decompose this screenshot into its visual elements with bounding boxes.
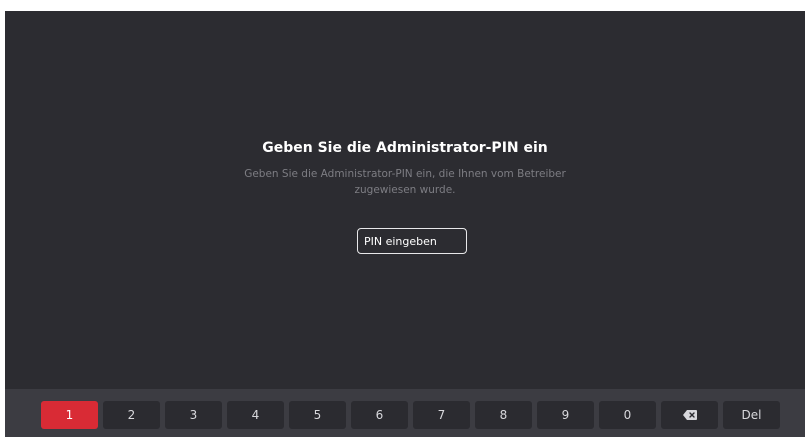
key-0[interactable]: 0	[599, 401, 656, 429]
dialog-subtitle-line-1: Geben Sie die Administrator-PIN ein, die…	[244, 168, 566, 180]
dialog-subtitle: Geben Sie die Administrator-PIN ein, die…	[225, 166, 585, 198]
key-3[interactable]: 3	[165, 401, 222, 429]
key-8[interactable]: 8	[475, 401, 532, 429]
key-7[interactable]: 7	[413, 401, 470, 429]
key-6[interactable]: 6	[351, 401, 408, 429]
key-4[interactable]: 4	[227, 401, 284, 429]
key-5[interactable]: 5	[289, 401, 346, 429]
pin-input-placeholder: PIN eingeben	[364, 234, 437, 248]
delete-key[interactable]: Del	[723, 401, 780, 429]
backspace-icon	[682, 410, 697, 420]
key-9[interactable]: 9	[537, 401, 594, 429]
numeric-keypad: 1 2 3 4 5 6 7 8 9 0 Del	[5, 389, 805, 437]
key-1[interactable]: 1	[41, 401, 98, 429]
pin-input[interactable]: PIN eingeben	[357, 228, 467, 254]
pin-dialog: Geben Sie die Administrator-PIN ein Gebe…	[5, 11, 805, 389]
dialog-subtitle-line-2: zugewiesen wurde.	[354, 184, 456, 196]
pin-entry-screen: Geben Sie die Administrator-PIN ein Gebe…	[5, 11, 805, 437]
backspace-key[interactable]	[661, 401, 718, 429]
dialog-title: Geben Sie die Administrator-PIN ein	[262, 140, 548, 156]
key-2[interactable]: 2	[103, 401, 160, 429]
